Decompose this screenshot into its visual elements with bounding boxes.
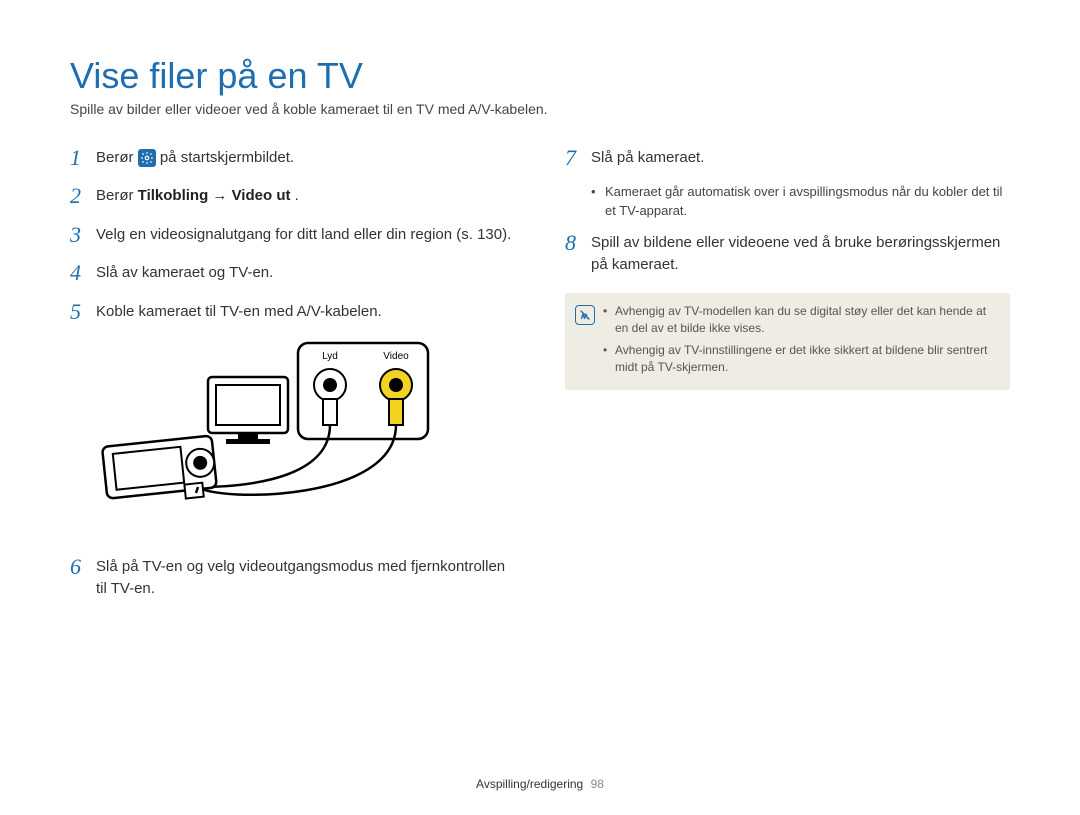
bullet-dot: • — [591, 183, 605, 219]
step-4: 4 Slå av kameraet og TV-en. — [70, 260, 515, 286]
step-6: 6 Slå på TV-en og velg videoutgangsmodus… — [70, 554, 515, 601]
note-text: Avhengig av TV-innstillingene er det ikk… — [615, 342, 996, 377]
step-5: 5 Koble kameraet til TV-en med A/V-kabel… — [70, 299, 515, 325]
connection-illustration: Lyd Video — [98, 337, 515, 542]
step-number: 3 — [70, 222, 96, 248]
step-body: Berør Tilkobling → Video ut . — [96, 183, 299, 209]
step-8: 8 Spill av bildene eller videoene ved å … — [565, 230, 1010, 277]
step-text-post: på startskjermbildet. — [160, 149, 294, 166]
footer-page-number: 98 — [591, 777, 604, 791]
step-1: 1 Berør på startskjermbildet. — [70, 145, 515, 171]
video-label: Video — [383, 351, 409, 362]
step-2: 2 Berør Tilkobling → Video ut . — [70, 183, 515, 209]
page-title: Vise filer på en TV — [70, 55, 1010, 97]
step-body: Slå av kameraet og TV-en. — [96, 260, 273, 286]
note-item: • Avhengig av TV-innstillingene er det i… — [603, 342, 996, 377]
av-cable-diagram: Lyd Video — [98, 337, 458, 537]
step-number: 4 — [70, 260, 96, 286]
step-body: Slå på TV-en og velg videoutgangsmodus m… — [96, 554, 515, 601]
arrow-icon: → — [212, 187, 231, 204]
note-box: • Avhengig av TV-modellen kan du se digi… — [565, 293, 1010, 391]
step-body: Berør på startskjermbildet. — [96, 145, 294, 171]
right-column: 7 Slå på kameraet. • Kameraet går automa… — [565, 145, 1010, 613]
bullet-dot: • — [603, 303, 615, 338]
note-list: • Avhengig av TV-modellen kan du se digi… — [603, 303, 996, 381]
step-number: 1 — [70, 145, 96, 171]
step-3: 3 Velg en videosignalutgang for ditt lan… — [70, 222, 515, 248]
step-body: Spill av bildene eller videoene ved å br… — [591, 230, 1010, 277]
step-number: 7 — [565, 145, 591, 171]
step-body: Velg en videosignalutgang for ditt land … — [96, 222, 511, 248]
bullet-text: Kameraet går automatisk over i avspillin… — [605, 183, 1010, 219]
step-number: 2 — [70, 183, 96, 209]
bold-tilkobling: Tilkobling — [138, 187, 209, 204]
two-column-layout: 1 Berør på startskjermbildet. 2 Berør — [70, 145, 1010, 613]
step-7: 7 Slå på kameraet. — [565, 145, 1010, 171]
subtitle: Spille av bilder eller videoer ved å kob… — [70, 101, 1010, 117]
bullet-dot: • — [603, 342, 615, 377]
bold-video-ut: Video ut — [232, 187, 291, 204]
note-item: • Avhengig av TV-modellen kan du se digi… — [603, 303, 996, 338]
step-number: 5 — [70, 299, 96, 325]
left-column: 1 Berør på startskjermbildet. 2 Berør — [70, 145, 515, 613]
step-text-post: . — [295, 187, 299, 204]
step-body: Slå på kameraet. — [591, 145, 704, 171]
step-number: 8 — [565, 230, 591, 277]
step-text-pre: Berør — [96, 149, 138, 166]
manual-page: Vise filer på en TV Spille av bilder ell… — [0, 0, 1080, 613]
page-footer: Avspilling/redigering 98 — [0, 777, 1080, 791]
footer-section: Avspilling/redigering — [476, 777, 583, 791]
step-text-pre: Berør — [96, 187, 138, 204]
step-number: 6 — [70, 554, 96, 601]
note-text: Avhengig av TV-modellen kan du se digita… — [615, 303, 996, 338]
step-body: Koble kameraet til TV-en med A/V-kabelen… — [96, 299, 382, 325]
lyd-label: Lyd — [322, 351, 338, 362]
step-7-bullet: • Kameraet går automatisk over i avspill… — [591, 183, 1010, 219]
note-icon — [575, 305, 595, 325]
settings-icon — [138, 149, 156, 167]
